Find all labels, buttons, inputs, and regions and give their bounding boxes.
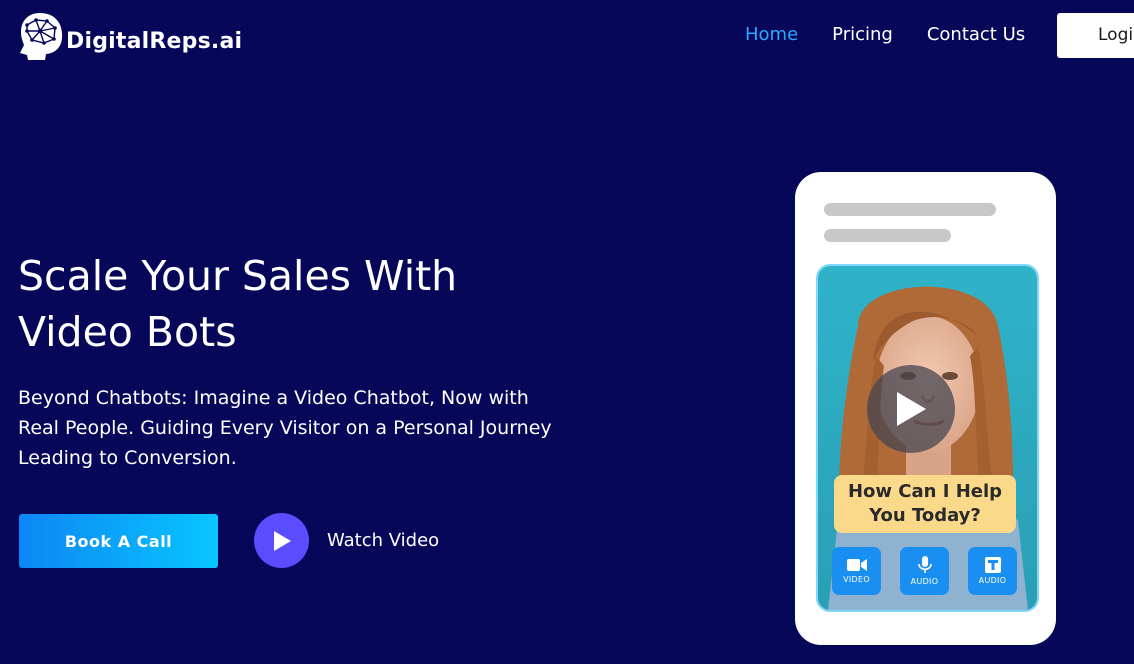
hero-title-line-1: Scale Your Sales With bbox=[18, 252, 458, 300]
phone-mockup: How Can I Help You Today? VIDEO AUDIO AU… bbox=[795, 172, 1056, 645]
logo-text: DigitalReps.ai bbox=[66, 28, 243, 54]
play-icon bbox=[897, 392, 926, 426]
text-mode-button[interactable]: AUDIO bbox=[968, 547, 1017, 595]
audio-mode-label: AUDIO bbox=[910, 577, 939, 586]
hero-title: Scale Your Sales With Video Bots bbox=[18, 248, 578, 360]
placeholder-line bbox=[824, 229, 951, 242]
main-nav: Home Pricing Contact Us bbox=[745, 24, 1025, 45]
hero-subtitle-line-2: Real People. Guiding Every Visitor on a … bbox=[18, 417, 552, 439]
hero-subtitle-line-3: Leading to Conversion. bbox=[18, 447, 237, 469]
speech-line-2: You Today? bbox=[869, 505, 981, 526]
landing-page: DigitalReps.ai Home Pricing Contact Us L… bbox=[0, 0, 1134, 664]
login-button[interactable]: Login bbox=[1057, 13, 1134, 58]
hero-title-line-2: Video Bots bbox=[18, 308, 237, 356]
video-mode-label: VIDEO bbox=[843, 575, 870, 584]
video-camera-icon bbox=[846, 559, 867, 571]
watch-video-label[interactable]: Watch Video bbox=[327, 530, 439, 551]
text-t-icon bbox=[984, 557, 1001, 573]
speech-bubble: How Can I Help You Today? bbox=[834, 475, 1016, 533]
watch-video-button[interactable]: Watch Video bbox=[254, 513, 439, 568]
nav-pricing[interactable]: Pricing bbox=[832, 24, 893, 45]
nav-home[interactable]: Home bbox=[745, 24, 798, 45]
hero-subtitle-line-1: Beyond Chatbots: Imagine a Video Chatbot… bbox=[18, 387, 529, 409]
book-a-call-button[interactable]: Book A Call bbox=[19, 514, 218, 568]
microphone-icon bbox=[917, 556, 932, 573]
hero-subtitle: Beyond Chatbots: Imagine a Video Chatbot… bbox=[18, 383, 598, 473]
video-play-button[interactable] bbox=[867, 365, 955, 453]
video-mode-button[interactable]: VIDEO bbox=[832, 547, 881, 595]
video-preview[interactable]: How Can I Help You Today? VIDEO AUDIO AU… bbox=[816, 264, 1039, 612]
audio-mode-button[interactable]: AUDIO bbox=[900, 547, 949, 595]
text-mode-label: AUDIO bbox=[978, 576, 1007, 585]
play-icon bbox=[273, 530, 291, 551]
placeholder-line bbox=[824, 203, 996, 216]
speech-line-1: How Can I Help bbox=[847, 481, 1003, 502]
play-circle[interactable] bbox=[254, 513, 309, 568]
head-network-icon bbox=[20, 13, 63, 60]
nav-contact-us[interactable]: Contact Us bbox=[927, 24, 1025, 45]
logo[interactable]: DigitalReps.ai bbox=[18, 11, 242, 61]
